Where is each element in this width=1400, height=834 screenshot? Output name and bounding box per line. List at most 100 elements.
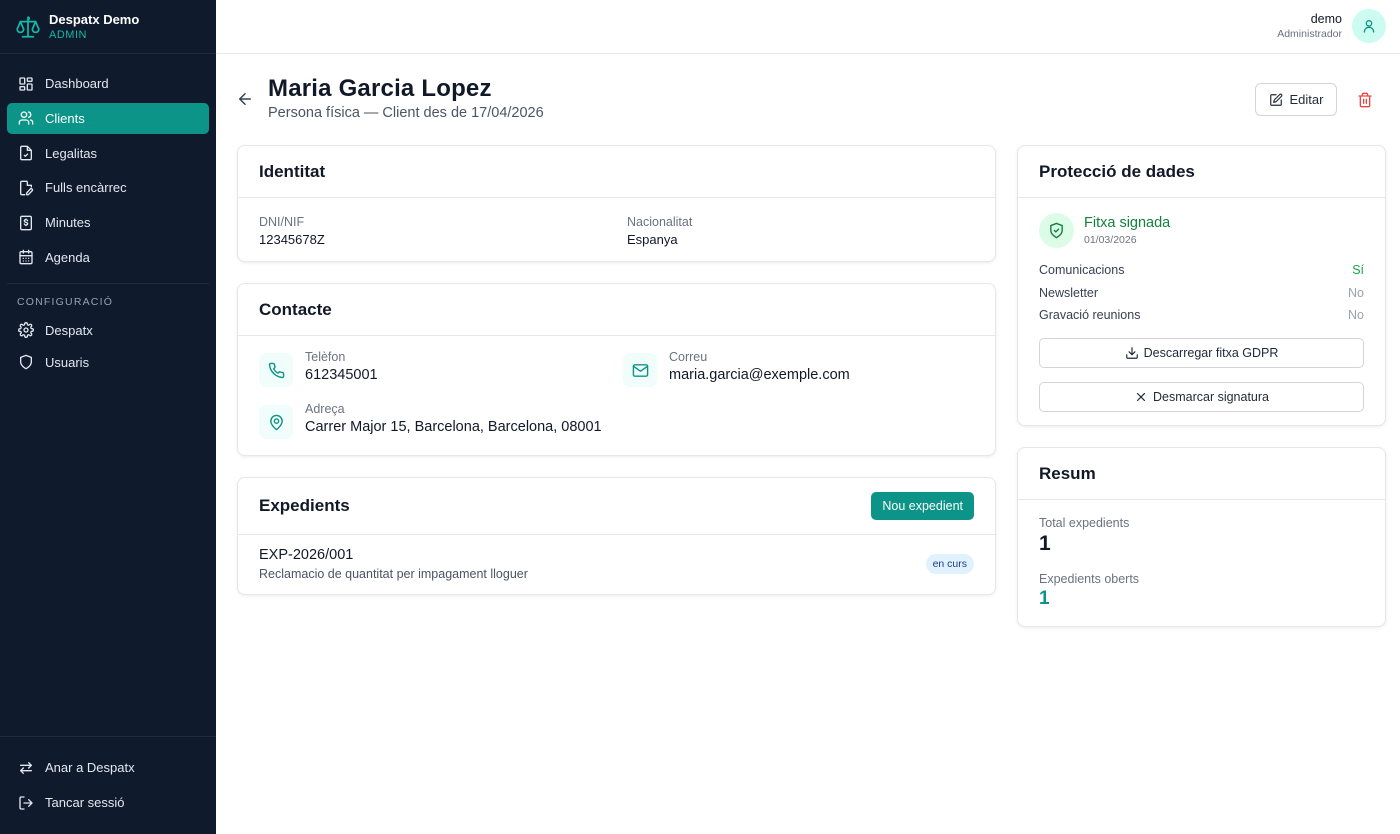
- dashboard-icon: [18, 76, 34, 92]
- sidebar-item-clients[interactable]: Clients: [7, 102, 209, 134]
- total-expedients-stat: Total expedients 1: [1039, 516, 1129, 556]
- dni-value: 12345678Z: [259, 232, 325, 247]
- calendar-icon: [18, 249, 34, 265]
- sidebar-item-anar-despatx[interactable]: Anar a Despatx: [7, 752, 209, 783]
- sidebar-item-legalitas[interactable]: Legalitas: [7, 138, 209, 169]
- consent-value: No: [1348, 286, 1364, 300]
- sidebar-item-label: Tancar sessió: [45, 795, 125, 810]
- swap-icon: [18, 760, 34, 776]
- sidebar-item-label: Dashboard: [45, 76, 109, 91]
- nationality-label: Nacionalitat: [627, 215, 693, 229]
- sidebar-item-label: Fulls encàrrec: [45, 180, 127, 196]
- user-role: Administrador: [1277, 28, 1342, 40]
- open-expedients-value: 1: [1039, 588, 1050, 609]
- edit-button-label: Editar: [1289, 92, 1324, 107]
- users-icon: [18, 110, 34, 126]
- back-arrow-icon[interactable]: [236, 90, 254, 108]
- list-item[interactable]: EXP-2026/001 Reclamacio de quantitat per…: [259, 547, 974, 581]
- sidebar-item-label: Usuaris: [45, 354, 90, 370]
- expedient-description: Reclamacio de quantitat per impagament l…: [259, 567, 528, 581]
- email-field: Correu maria.garcia@exemple.com: [623, 350, 850, 387]
- email-value[interactable]: maria.garcia@exemple.com: [669, 367, 850, 383]
- divider: [7, 282, 209, 284]
- sidebar-item-label: Agenda: [45, 249, 90, 265]
- address-field: Adreça Carrer Major 15, Barcelona, Barce…: [259, 402, 602, 439]
- address-value: Carrer Major 15, Barcelona, Barcelona, 0…: [305, 419, 602, 435]
- page-title: Maria Garcia Lopez: [268, 75, 492, 102]
- sidebar-item-label: Despatx: [45, 322, 93, 338]
- consent-row: Comunicacions Sí: [1039, 263, 1364, 277]
- sidebar-item-agenda[interactable]: Agenda: [7, 242, 209, 273]
- phone-label: Telèfon: [305, 350, 346, 364]
- identity-card: Identitat DNI/NIF 12345678Z Nacionalitat…: [237, 145, 996, 262]
- brand: Despatx Demo ADMIN: [0, 0, 216, 54]
- scale-icon: [14, 13, 42, 41]
- new-expedient-button[interactable]: Nou expedient: [871, 492, 974, 520]
- gdpr-status-date: 01/03/2026: [1084, 234, 1137, 246]
- nationality-field: Nacionalitat Espanya: [627, 215, 692, 247]
- sidebar-item-minutes[interactable]: Minutes: [7, 207, 209, 238]
- map-pin-icon: [259, 405, 293, 439]
- unmark-signature-button[interactable]: Desmarcar signatura: [1039, 382, 1364, 412]
- sidebar-item-usuaris[interactable]: Usuaris: [7, 347, 209, 378]
- config-nav: Despatx Usuaris: [0, 315, 216, 378]
- open-expedients-stat: Expedients oberts 1: [1039, 572, 1139, 610]
- email-label: Correu: [669, 350, 708, 364]
- phone-value[interactable]: 612345001: [305, 367, 378, 383]
- contact-card: Contacte Telèfon 612345001 Correu maria.…: [237, 283, 996, 456]
- sidebar-item-label: Legalitas: [45, 145, 98, 161]
- edit-button[interactable]: Editar: [1255, 83, 1337, 116]
- unmark-signature-label: Desmarcar signatura: [1152, 390, 1269, 404]
- identity-title: Identitat: [259, 161, 326, 181]
- dni-field: DNI/NIF 12345678Z: [259, 215, 325, 247]
- user-menu[interactable]: demo Administrador: [1277, 9, 1386, 43]
- receipt-icon: [18, 215, 34, 231]
- summary-card: Resum Total expedients 1 Expedients ober…: [1017, 447, 1386, 627]
- consent-row: Gravació reunions No: [1039, 308, 1364, 322]
- sidebar-item-despatx[interactable]: Despatx: [7, 315, 209, 346]
- consent-value: No: [1348, 308, 1364, 322]
- avatar[interactable]: [1352, 9, 1386, 43]
- sidebar-item-logout[interactable]: Tancar sessió: [7, 787, 209, 818]
- sidebar-item-label: Minutes: [45, 215, 91, 231]
- trash-icon[interactable]: [1354, 89, 1376, 111]
- edit-icon: [1269, 93, 1283, 107]
- gdpr-status: Fitxa signada 01/03/2026: [1039, 213, 1170, 248]
- download-gdpr-label: Descarregar fitxa GDPR: [1143, 346, 1279, 360]
- gdpr-card: Protecció de dades Fitxa signada 01/03/2…: [1017, 145, 1386, 426]
- main-nav: Dashboard Clients Legalitas Fulls encàrr…: [0, 54, 216, 273]
- nationality-value: Espanya: [627, 232, 678, 247]
- phone-icon: [259, 353, 293, 387]
- sidebar-item-fulls-encarrec[interactable]: Fulls encàrrec: [7, 172, 209, 203]
- total-expedients-value: 1: [1039, 532, 1051, 555]
- user-icon: [1363, 20, 1375, 33]
- document-icon: [18, 145, 34, 161]
- status-badge: en curs: [925, 554, 974, 574]
- open-expedients-label: Expedients oberts: [1039, 572, 1140, 586]
- sidebar: Despatx Demo ADMIN Dashboard Clients Leg…: [0, 0, 216, 834]
- config-heading: CONFIGURACIÓ: [17, 295, 114, 308]
- mail-icon: [623, 353, 657, 387]
- close-icon: [1134, 390, 1148, 404]
- gdpr-status-text: Fitxa signada: [1084, 215, 1171, 231]
- download-icon: [1125, 346, 1139, 360]
- sidebar-item-dashboard[interactable]: Dashboard: [7, 68, 209, 99]
- summary-title: Resum: [1039, 463, 1096, 483]
- sidebar-item-label: Clients: [45, 110, 85, 126]
- phone-field: Telèfon 612345001: [259, 350, 378, 387]
- consent-label: Newsletter: [1039, 286, 1099, 300]
- consent-value: Sí: [1352, 263, 1364, 277]
- gear-icon: [18, 322, 34, 339]
- consent-row: Newsletter No: [1039, 286, 1364, 300]
- sidebar-item-label: Anar a Despatx: [45, 760, 135, 775]
- sidebar-bottom: Anar a Despatx Tancar sessió: [0, 736, 216, 834]
- shield-check-icon: [1039, 213, 1074, 248]
- address-label: Adreça: [305, 402, 345, 416]
- expedients-title: Expedients: [259, 496, 350, 515]
- download-gdpr-button[interactable]: Descarregar fitxa GDPR: [1039, 338, 1364, 368]
- gdpr-title: Protecció de dades: [1039, 161, 1195, 181]
- consent-label: Comunicacions: [1039, 263, 1125, 277]
- total-expedients-label: Total expedients: [1039, 516, 1130, 530]
- dni-label: DNI/NIF: [259, 215, 305, 229]
- brand-title: Despatx Demo: [49, 11, 140, 27]
